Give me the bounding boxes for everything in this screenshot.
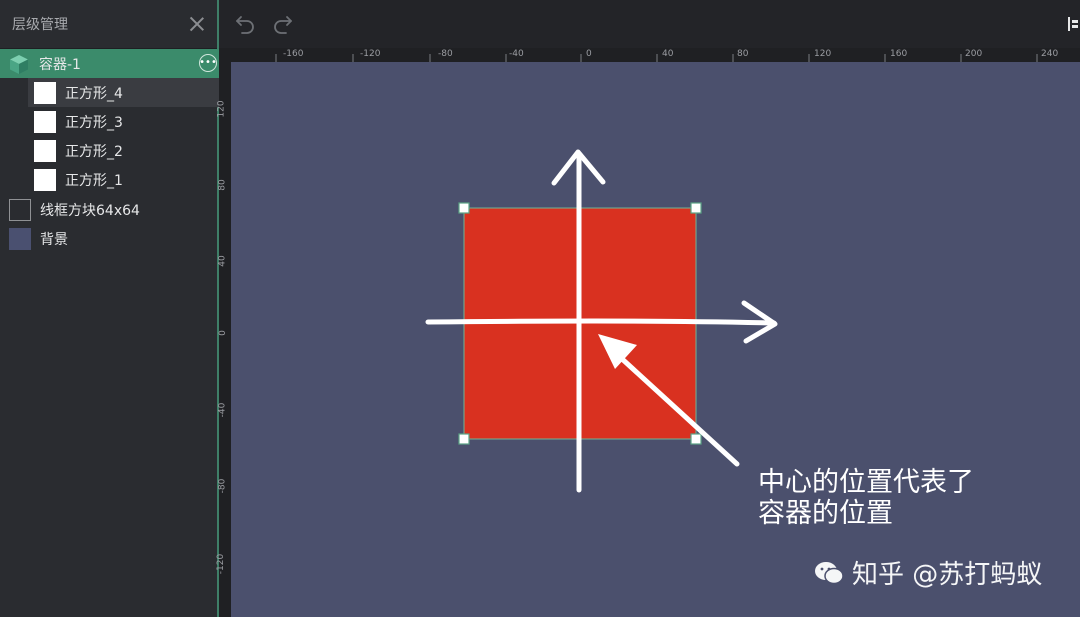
white-square-thumbnail [34,81,56,104]
white-square-thumbnail [34,110,56,133]
wechat-icon [815,561,844,584]
layer-label: 正方形_4 [65,85,123,102]
layer-label: 背景 [40,231,68,248]
ruler-label: 80 [217,179,228,191]
ruler-label: 0 [217,330,228,336]
layer-item-square-3[interactable]: 正方形_3 [28,107,123,136]
vertical-ruler: 120 80 40 0 -40 -80 -120 [216,62,231,617]
annotation-line-1: 中心的位置代表了 [758,467,974,498]
layer-item-square-4[interactable]: 正方形_4 [28,78,220,107]
background-thumbnail [9,227,31,250]
resize-handle[interactable] [458,433,470,445]
white-square-thumbnail [34,139,56,162]
white-square-thumbnail [34,168,56,191]
toolbar [219,0,1080,48]
horizontal-ruler: -160 -120 -80 -40 0 40 80 120 160 200 24… [219,48,1080,62]
outline-square-thumbnail [9,198,31,221]
layer-item-outline-box[interactable]: 线框方块64x64 [0,195,140,224]
layer-item-square-1[interactable]: 正方形_1 [28,165,123,194]
layer-label: 容器-1 [39,56,81,73]
watermark: 知乎 @苏打蚂蚁 [814,554,1042,591]
resize-handle[interactable] [690,433,702,445]
layer-label: 正方形_2 [65,143,123,160]
close-icon[interactable] [189,16,205,32]
layer-label: 正方形_3 [65,114,123,131]
layer-item-background[interactable]: 背景 [0,224,68,253]
panel-header: 层级管理 [0,0,217,49]
ruler-label: -80 [217,478,228,494]
layer-label: 线框方块64x64 [40,202,140,219]
canvas[interactable]: 中心的位置代表了 容器的位置 知乎 @苏打蚂蚁 [231,62,1080,617]
resize-handle[interactable] [690,202,702,214]
layer-item-container[interactable]: 容器-1 ••• [0,49,225,78]
undo-icon[interactable] [233,12,257,36]
canvas-drawing [425,149,778,493]
more-options-icon[interactable]: ••• [199,54,217,72]
layer-item-square-2[interactable]: 正方形_2 [28,136,123,165]
align-icon[interactable] [1067,12,1080,36]
ruler-label: -120 [216,553,227,575]
horizontal-axis-line [425,318,777,326]
layer-label: 正方形_1 [65,172,123,189]
annotation-line-2: 容器的位置 [758,498,893,529]
ruler-label: -40 [217,402,228,418]
annotation-text: 中心的位置代表了 容器的位置 [758,467,974,529]
ruler-label: 120 [216,100,227,118]
panel-title: 层级管理 [12,17,68,33]
resize-handle[interactable] [458,202,470,214]
layer-panel: 层级管理 容器-1 ••• 正方形_4 正方形_3 正方形_2 正方形_1 线框… [0,0,225,617]
cube-icon [10,54,28,74]
redo-icon[interactable] [271,12,295,36]
ruler-label: 40 [217,255,228,267]
ruler-ticks [275,54,1038,62]
watermark-text: 知乎 @苏打蚂蚁 [852,560,1043,590]
